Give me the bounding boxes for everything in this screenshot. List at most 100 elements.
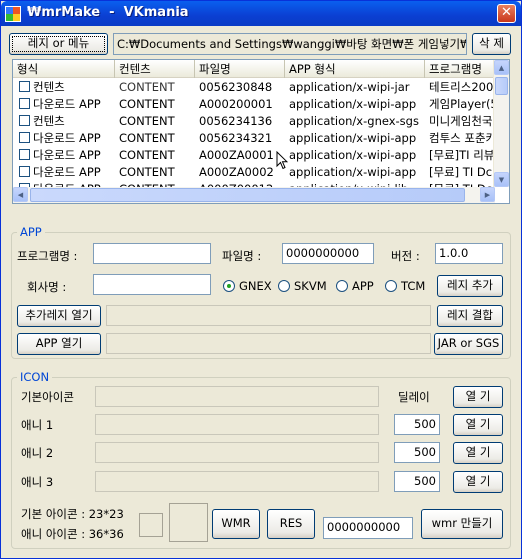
company-input[interactable] — [93, 274, 211, 295]
delete-button[interactable]: 삭 제 — [472, 33, 511, 55]
radio-tcm[interactable]: TCM — [385, 279, 425, 293]
reg-or-menu-button[interactable]: 레지 or 메뉴 — [9, 33, 108, 55]
version-label: 버전 : — [391, 249, 420, 263]
cell-app-type: application/x-wipi-jar — [289, 80, 410, 94]
cell-content: CONTENT — [119, 165, 175, 179]
radio-tcm-dot[interactable] — [385, 280, 397, 292]
title-bar[interactable]: ₩mrMake - VKmania ✕ — [1, 1, 521, 26]
app-path-field[interactable] — [106, 333, 431, 354]
table-header: 형식 컨텐츠 파일명 APP 형식 프로그램명 — [13, 60, 509, 78]
cell-filename: A000ZA0001 — [199, 148, 274, 162]
table-row[interactable]: 다운로드 APP CONTENT A000200001 application/… — [13, 96, 509, 113]
filename-input[interactable]: 0000000000 — [282, 243, 374, 264]
table-row[interactable]: 컨텐츠 CONTENT 0056234136 application/x-gne… — [13, 113, 509, 130]
jar-or-sgs-button[interactable]: JAR or SGS — [434, 333, 503, 355]
cell-type: 다운로드 APP — [33, 131, 101, 145]
row-checkbox[interactable] — [19, 149, 30, 160]
horizontal-scrollbar[interactable]: ◀ ▶ — [13, 187, 495, 203]
wmr-button[interactable]: WMR — [212, 509, 260, 539]
vertical-scroll-thumb[interactable] — [495, 77, 508, 95]
row-checkbox[interactable] — [19, 81, 30, 92]
cell-app-type: application/x-wipi-app — [289, 165, 417, 179]
horizontal-scroll-thumb[interactable] — [30, 188, 465, 202]
reg-merge-button[interactable]: 레지 결합 — [437, 305, 503, 327]
column-header-filename[interactable]: 파일명 — [195, 60, 285, 78]
cell-content: CONTENT — [119, 131, 175, 145]
radio-gnex[interactable]: GNEX — [223, 279, 272, 293]
ani3-path-field[interactable] — [95, 471, 379, 492]
scroll-left-icon[interactable]: ◀ — [13, 187, 28, 202]
table-row[interactable]: 다운로드 APP CONTENT 0056234321 application/… — [13, 130, 509, 147]
radio-app[interactable]: APP — [336, 279, 374, 293]
ani2-label: 애니 2 — [21, 446, 54, 460]
reg-add-button[interactable]: 레지 추가 — [437, 275, 503, 297]
base-icon-path-field[interactable] — [95, 386, 379, 407]
wmr-make-button[interactable]: wmr 만들기 — [421, 509, 503, 539]
app-group-title: APP — [17, 225, 45, 239]
radio-skvm[interactable]: SKVM — [278, 279, 327, 293]
filename-label: 파일명 : — [222, 249, 262, 263]
ani1-open-button[interactable]: 열 기 — [453, 414, 503, 436]
radio-gnex-dot[interactable] — [223, 280, 235, 292]
column-header-content[interactable]: 컨텐츠 — [115, 60, 195, 78]
cell-app-type: application/x-wipi-app — [289, 97, 417, 111]
row-checkbox[interactable] — [19, 115, 30, 126]
ani2-open-button[interactable]: 열 기 — [453, 442, 503, 464]
cell-filename: A000200001 — [199, 97, 273, 111]
row-checkbox[interactable] — [19, 166, 30, 177]
ani-icon-preview — [169, 503, 208, 542]
cell-filename: 0056234136 — [199, 114, 273, 128]
radio-skvm-dot[interactable] — [278, 280, 290, 292]
extra-reg-path-field[interactable] — [106, 305, 431, 326]
ani2-path-field[interactable] — [95, 442, 379, 463]
cell-content: CONTENT — [119, 114, 175, 128]
program-name-label: 프로그램명 : — [17, 249, 78, 263]
cell-type: 컨텐츠 — [33, 80, 65, 94]
main-window: ₩mrMake - VKmania ✕ 레지 or 메뉴 C:₩Document… — [0, 0, 522, 559]
ani3-open-button[interactable]: 열 기 — [453, 471, 503, 493]
cell-filename: 0056234321 — [199, 131, 273, 145]
cell-app-type: application/x-wipi-app — [289, 148, 417, 162]
column-header-type[interactable]: 형식 — [13, 60, 115, 78]
cell-program: [무료] TI Dc — [429, 165, 493, 179]
cell-filename: A000ZA0002 — [199, 165, 274, 179]
cell-type: 컨텐츠 — [33, 114, 65, 128]
version-input[interactable]: 1.0.0 — [435, 243, 503, 264]
column-header-program[interactable]: 프로그램명 — [425, 60, 495, 78]
row-checkbox[interactable] — [19, 98, 30, 109]
program-name-input[interactable] — [93, 243, 211, 264]
extra-reg-open-button[interactable]: 추가레지 열기 — [17, 305, 101, 327]
ani2-delay-input[interactable]: 500 — [394, 442, 440, 463]
cell-program: 테트리스2006 — [429, 80, 495, 94]
table-row[interactable]: 다운로드 APP CONTENT A000ZA0001 application/… — [13, 147, 509, 164]
vertical-scrollbar[interactable]: ▲ ▼ — [493, 60, 509, 187]
cell-app-type: application/x-wipi-app — [289, 131, 417, 145]
ani1-delay-input[interactable]: 500 — [394, 414, 440, 435]
cell-type: 다운로드 APP — [33, 165, 101, 179]
radio-gnex-label: GNEX — [239, 279, 272, 293]
cell-program: [무료]TI 리뷰 — [429, 148, 495, 162]
app-open-button[interactable]: APP 열기 — [17, 333, 101, 355]
row-checkbox[interactable] — [19, 132, 30, 143]
res-button[interactable]: RES — [267, 509, 315, 539]
content-table[interactable]: 형식 컨텐츠 파일명 APP 형식 프로그램명 컨텐츠 CONTENT 0056… — [12, 59, 510, 204]
path-field[interactable]: C:₩Documents and Settings₩wanggi₩바탕 화면₩폰… — [113, 33, 467, 55]
cell-content: CONTENT — [119, 97, 175, 111]
ani1-path-field[interactable] — [95, 414, 379, 435]
ani3-delay-input[interactable]: 500 — [394, 471, 440, 492]
id-input[interactable]: 0000000000 — [323, 517, 413, 539]
table-row[interactable]: 다운로드 APP CONTENT A000ZA0002 application/… — [13, 164, 509, 181]
table-row[interactable]: 컨텐츠 CONTENT 0056230848 application/x-wip… — [13, 79, 509, 96]
scroll-right-icon[interactable]: ▶ — [480, 187, 495, 202]
scroll-down-icon[interactable]: ▼ — [494, 172, 509, 187]
radio-app-dot[interactable] — [336, 280, 348, 292]
cell-type: 다운로드 APP — [33, 148, 101, 162]
ani1-label: 애니 1 — [21, 418, 54, 432]
client-area: 레지 or 메뉴 C:₩Documents and Settings₩wangg… — [5, 27, 517, 555]
close-icon[interactable]: ✕ — [497, 4, 516, 23]
mouse-cursor-icon — [276, 151, 288, 170]
column-header-app-type[interactable]: APP 형식 — [285, 60, 425, 78]
scroll-up-icon[interactable]: ▲ — [494, 60, 509, 75]
radio-tcm-label: TCM — [401, 279, 426, 293]
base-icon-open-button[interactable]: 열 기 — [453, 386, 503, 408]
